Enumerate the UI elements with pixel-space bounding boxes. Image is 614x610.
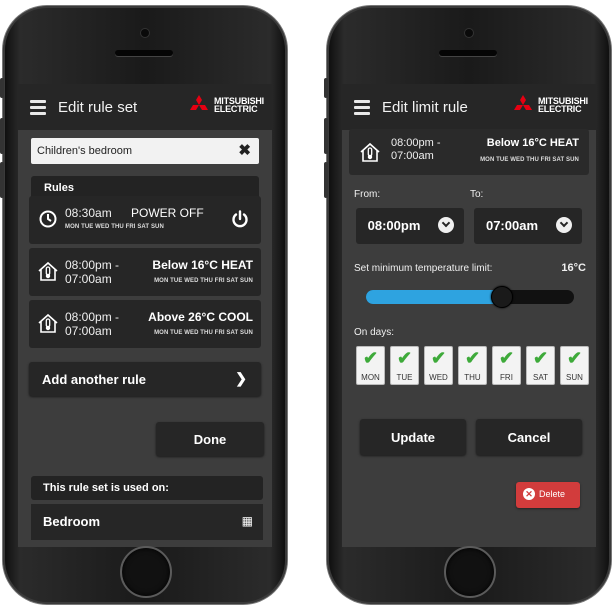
camera [465,29,473,37]
speaker [439,50,497,56]
to-label: To: [470,189,484,200]
check-icon: ✔ [464,348,481,368]
day-checkbox-sat[interactable]: ✔ SAT [526,346,555,385]
used-on-header: This rule set is used on: [31,476,263,500]
camera [141,29,149,37]
check-icon: ✔ [396,348,413,368]
rule-action: Below 16°C HEAT [152,258,253,272]
rule-action: Above 26°C COOL [148,310,253,324]
clock-icon [39,210,57,228]
mute-switch [324,78,328,98]
rule-time-range: 08:00pm -07:00am [65,258,120,286]
rule-days: MON TUE WED THU FRI SAT SUN [65,224,164,230]
day-checkbox-fri[interactable]: ✔ FRI [492,346,521,385]
rule-time: 08:30am [65,206,112,220]
app-header: Edit limit rule MITSUBISHI ELECTRIC [342,84,596,130]
check-icon: ✔ [430,348,447,368]
to-time-select[interactable]: 07:00am [474,208,582,244]
limit-label: Set minimum temperature limit: [354,263,493,274]
day-checkbox-wed[interactable]: ✔ WED [424,346,453,385]
check-icon: ✔ [362,348,379,368]
volume-down-button [0,162,4,198]
rule-time-range: 08:00pm -07:00am [65,310,120,338]
thermometer-house-icon [38,261,58,281]
clear-icon[interactable]: ✖ [238,141,251,159]
mitsubishi-logo-icon [513,95,532,110]
close-circle-icon: ✕ [523,488,535,500]
rule-set-name-value: Children's bedroom [37,145,133,157]
volume-up-button [324,118,328,154]
cancel-button[interactable]: Cancel [476,419,582,455]
thermometer-house-icon [38,313,58,333]
day-checkbox-mon[interactable]: ✔ MON [356,346,385,385]
chevron-down-icon [556,217,572,233]
thermometer-house-icon [360,142,380,162]
screen-edit-rule-set: Edit rule set MITSUBISHI ELECTRIC Childre… [18,84,272,547]
temperature-slider[interactable] [366,286,574,308]
slider-fill [366,290,502,304]
on-days-label: On days: [354,327,395,338]
check-icon: ✔ [566,348,583,368]
rule-days: MON TUE WED THU FRI SAT SUN [480,157,579,163]
check-icon: ✔ [498,348,515,368]
power-icon[interactable] [231,210,249,228]
rule-item[interactable]: 08:30am POWER OFF MON TUE WED THU FRI SA… [29,196,261,244]
add-rule-button[interactable]: Add another rule ❯ [29,362,261,396]
brand-logo: MITSUBISHI ELECTRIC [511,95,588,115]
chevron-right-icon: ❯ [235,370,247,386]
grid-icon: ▦ [241,514,253,528]
check-icon: ✔ [532,348,549,368]
home-button [120,546,172,598]
app-header: Edit rule set MITSUBISHI ELECTRIC [18,84,272,130]
speaker [115,50,173,56]
brand-logo: MITSUBISHI ELECTRIC [187,95,264,115]
rule-item[interactable]: 08:00pm -07:00am Below 16°C HEAT MON TUE… [29,248,261,296]
rule-action: Below 16°C HEAT [486,137,579,149]
phone-left: Edit rule set MITSUBISHI ELECTRIC Childre… [0,6,287,604]
mute-switch [0,78,4,98]
page-title: Edit rule set [58,98,138,116]
update-button[interactable]: Update [360,419,466,455]
brand-name: MITSUBISHI ELECTRIC [213,96,264,114]
brand-name: MITSUBISHI ELECTRIC [537,96,588,114]
done-button[interactable]: Done [156,422,264,456]
day-checkbox-sun[interactable]: ✔ SUN [560,346,589,385]
rule-time-range: 08:00pm -07:00am [391,137,441,162]
rule-days: MON TUE WED THU FRI SAT SUN [154,330,253,336]
hamburger-menu-icon[interactable] [30,99,46,115]
rule-days: MON TUE WED THU FRI SAT SUN [154,278,253,284]
chevron-down-icon [438,217,454,233]
phone-right: Edit limit rule MITSUBISHI ELECTRIC 08:0… [324,6,611,604]
rule-item[interactable]: 08:00pm -07:00am Above 26°C COOL MON TUE… [29,300,261,348]
delete-button[interactable]: ✕ Delete [516,482,580,508]
rule-action: POWER OFF [131,206,204,220]
from-time-select[interactable]: 08:00pm [356,208,464,244]
page-title: Edit limit rule [382,98,468,116]
limit-value: 16°C [561,262,586,274]
day-checkbox-thu[interactable]: ✔ THU [458,346,487,385]
rule-set-name-field[interactable]: Children's bedroom ✖ [31,138,259,164]
used-on-item[interactable]: Bedroom ▦ [31,504,263,540]
from-label: From: [354,189,381,200]
hamburger-menu-icon[interactable] [354,99,370,115]
volume-down-button [324,162,328,198]
slider-handle[interactable] [491,286,514,308]
rule-summary: 08:00pm -07:00am Below 16°C HEAT MON TUE… [349,129,589,175]
volume-up-button [0,118,4,154]
home-button [444,546,496,598]
screen-edit-limit-rule: Edit limit rule MITSUBISHI ELECTRIC 08:0… [342,84,596,547]
day-checkbox-tue[interactable]: ✔ TUE [390,346,419,385]
mitsubishi-logo-icon [189,95,208,110]
